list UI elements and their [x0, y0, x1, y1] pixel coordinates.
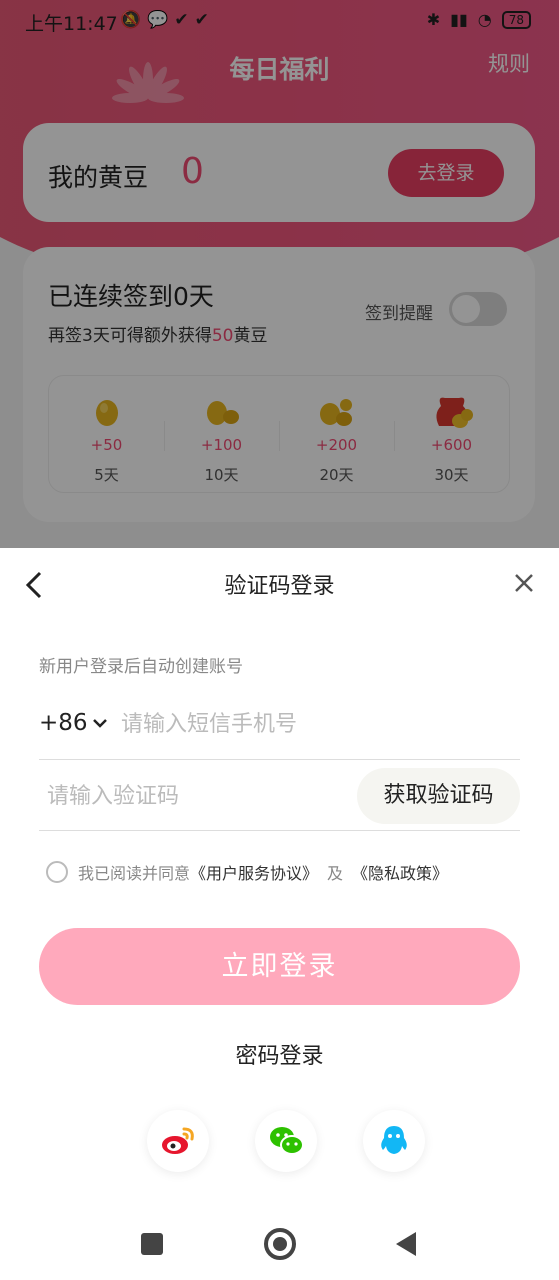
daily-benefits-page: 上午11:47 🔕💬✔✔ ✱ ▮▮ ◔ 78 每日福利 规则 我的黄豆 0 去登… [0, 0, 559, 548]
qq-icon [381, 1126, 407, 1154]
back-button[interactable] [396, 1232, 416, 1256]
login-submit-button[interactable]: 立即登录 [39, 928, 520, 1005]
new-user-hint: 新用户登录后自动创建账号 [39, 657, 243, 677]
home-button[interactable] [264, 1228, 296, 1260]
verification-code-input[interactable] [47, 776, 347, 816]
qq-login-button[interactable] [363, 1110, 425, 1172]
wechat-login-button[interactable] [255, 1110, 317, 1172]
get-code-button[interactable]: 获取验证码 [357, 768, 520, 824]
privacy-link[interactable]: 《隐私政策》 [352, 860, 448, 884]
modal-backdrop[interactable] [0, 0, 559, 548]
phone-input[interactable] [121, 704, 511, 744]
close-icon[interactable] [513, 572, 535, 594]
agreement-row: 我已阅读并同意 《用户服务协议》 及 《隐私政策》 [46, 860, 448, 884]
weibo-login-button[interactable] [147, 1110, 209, 1172]
country-code-selector[interactable]: +86 [39, 710, 88, 736]
agreement-prefix: 我已阅读并同意 [78, 864, 191, 883]
password-login-link[interactable]: 密码登录 [0, 1038, 559, 1070]
sheet-title: 验证码登录 [224, 574, 335, 599]
phone-row: +86 [39, 696, 520, 760]
chevron-down-icon[interactable] [93, 718, 107, 728]
terms-link[interactable]: 《用户服务协议》 [190, 860, 318, 884]
login-sheet: 验证码登录 新用户登录后自动创建账号 +86 获取验证码 我已阅读并同意 《用户… [0, 548, 559, 1280]
agreement-checkbox[interactable] [46, 861, 68, 883]
wechat-icon [270, 1127, 304, 1155]
system-nav-bar [0, 1212, 559, 1280]
code-row: 获取验证码 [39, 761, 520, 831]
agreement-and: 及 [327, 864, 344, 883]
weibo-icon [162, 1127, 194, 1154]
recent-apps-button[interactable] [141, 1233, 163, 1255]
